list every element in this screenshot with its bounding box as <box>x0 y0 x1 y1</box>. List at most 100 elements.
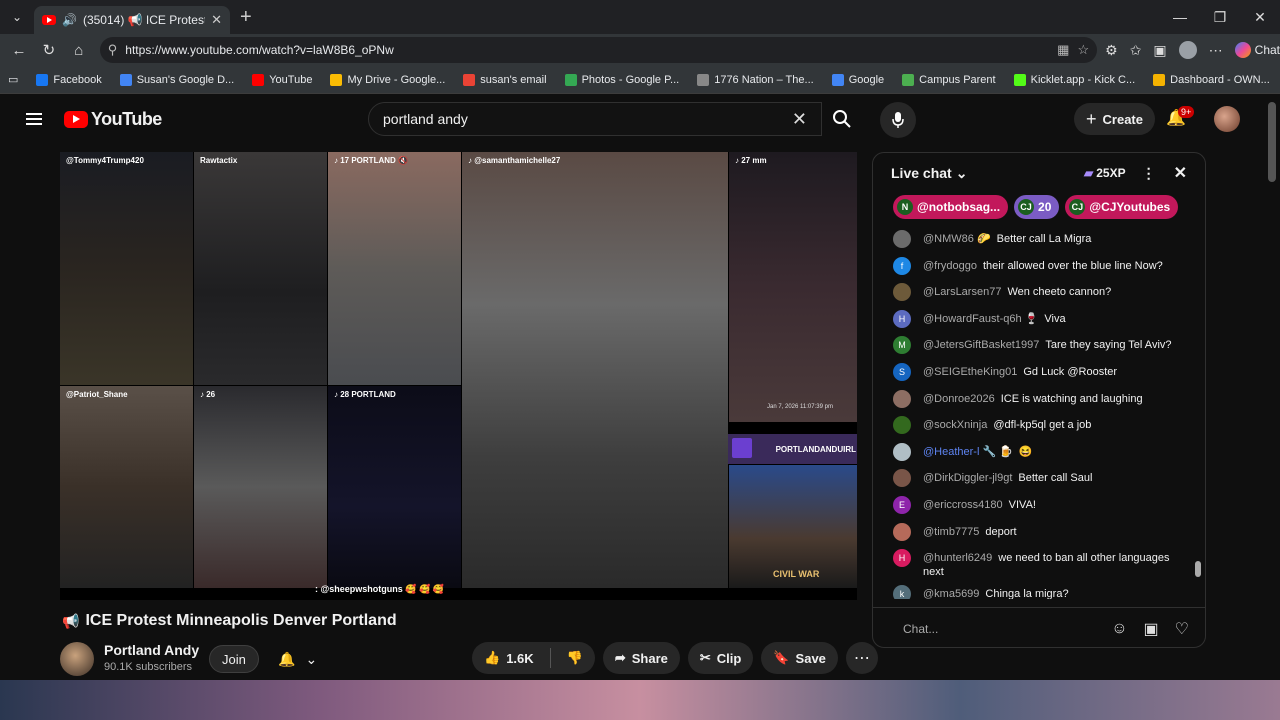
clear-search-icon[interactable]: ✕ <box>792 109 807 130</box>
chat-message[interactable]: @sockXninja @dfl-kp5ql get a job <box>893 413 1193 440</box>
page-scrollbar[interactable] <box>1268 98 1276 668</box>
emoji-icon[interactable]: ☺ <box>1111 620 1127 638</box>
maximize-icon[interactable]: ❐ <box>1200 9 1240 26</box>
chat-author-name[interactable]: @Heather-l 🔧 🍺 <box>923 446 1013 458</box>
channel-avatar[interactable] <box>60 642 94 676</box>
bookmark-item[interactable]: 1776 Nation – The... <box>697 73 814 86</box>
chat-input[interactable]: Chat... <box>903 622 1095 636</box>
share-button[interactable]: ➦ Share <box>602 642 680 674</box>
pinned-chip[interactable]: CJ 20 <box>1014 195 1060 219</box>
clip-button[interactable]: ✂ Clip <box>687 642 754 674</box>
chat-author-avatar[interactable]: H <box>893 309 911 328</box>
new-tab-plus-icon[interactable]: + <box>240 6 252 29</box>
chat-author-name[interactable]: @Donroe2026 <box>923 393 995 405</box>
bookmark-item[interactable]: My Drive - Google... <box>330 73 445 86</box>
chat-author-name[interactable]: @kma5699 <box>923 588 979 599</box>
chat-author-name[interactable]: @LarsLarsen77 <box>923 286 1001 298</box>
chat-message[interactable]: @Heather-l 🔧 🍺 😆 <box>893 440 1193 467</box>
chat-author-avatar[interactable] <box>893 469 911 488</box>
address-bar[interactable]: ⚲ https://www.youtube.com/watch?v=laW8B6… <box>99 37 1098 63</box>
chat-message[interactable]: f @frydoggo their allowed over the blue li… <box>893 254 1193 281</box>
chat-author-name[interactable]: @SEIGEtheKing01 <box>923 366 1017 378</box>
search-button[interactable] <box>822 102 862 136</box>
more-menu-icon[interactable]: ⋯ <box>1209 42 1223 59</box>
home-icon[interactable]: ⌂ <box>64 42 94 59</box>
tab-close-icon[interactable]: ✕ <box>211 12 222 28</box>
bookmark-item[interactable]: Susan's Google D... <box>119 73 234 86</box>
chat-author-name[interactable]: @ericcross4180 <box>923 499 1003 511</box>
chat-author-name[interactable]: @hunterl6249 <box>923 552 992 564</box>
dislike-button[interactable]: 👎 <box>567 650 583 666</box>
reload-icon[interactable]: ↻ <box>34 41 64 59</box>
bookmark-item[interactable]: Campus Parent <box>902 73 996 86</box>
chat-author-avatar[interactable] <box>893 416 911 435</box>
subscription-bell-button[interactable]: 🔔 ⌄ <box>270 645 325 673</box>
bookmark-item[interactable]: YouTube <box>252 73 312 86</box>
url-text[interactable]: https://www.youtube.com/watch?v=laW8B6_o… <box>125 43 1049 57</box>
bookmark-item[interactable]: susan's email <box>463 73 547 86</box>
super-chat-icon[interactable]: ▣ <box>1144 619 1159 639</box>
chat-message[interactable]: @Donroe2026 ICE is watching and laughing <box>893 387 1193 414</box>
voice-search-button[interactable] <box>880 102 916 138</box>
favorites-icon[interactable]: ✩ <box>1130 42 1142 59</box>
chat-author-avatar[interactable] <box>893 283 911 302</box>
chat-message[interactable]: @timb7775 deport <box>893 520 1193 547</box>
live-chat-title[interactable]: Live chat <box>891 165 952 181</box>
chat-author-name[interactable]: @DirkDiggler-jl9gt <box>923 472 1012 484</box>
chat-author-avatar[interactable]: f <box>893 256 911 275</box>
chat-author-avatar[interactable] <box>893 389 911 408</box>
extensions-icon[interactable]: ⚙ <box>1105 42 1118 59</box>
profile-avatar[interactable] <box>1178 41 1197 59</box>
close-chat-icon[interactable]: ✕ <box>1174 163 1187 183</box>
chat-author-avatar[interactable]: H <box>893 549 911 568</box>
xp-badge[interactable]: ▰ 25XP <box>1084 166 1126 180</box>
chat-menu-icon[interactable]: ⋮ <box>1142 165 1156 182</box>
chat-message[interactable]: H @hunterl6249 we need to ban all other la… <box>893 546 1193 582</box>
create-button[interactable]: + Create <box>1074 103 1155 135</box>
youtube-logo[interactable]: YouTube <box>64 109 162 130</box>
back-arrow-icon[interactable]: ← <box>4 42 34 59</box>
chat-author-avatar[interactable]: k <box>893 585 911 599</box>
join-button[interactable]: Join <box>209 645 259 673</box>
chat-author-avatar[interactable] <box>893 522 911 541</box>
bookmark-item[interactable]: Dashboard - OWN... <box>1153 73 1270 86</box>
chat-author-name[interactable]: @NMW86 🌮 <box>923 233 991 245</box>
chat-message[interactable]: H @HowardFaust-q6h 🍷 Viva <box>893 307 1193 334</box>
heart-icon[interactable]: ♡ <box>1175 619 1189 639</box>
chat-message[interactable]: @LarsLarsen77 Wen cheeto cannon? <box>893 280 1193 307</box>
channel-name[interactable]: Portland Andy <box>104 642 199 658</box>
apps-grid-icon[interactable]: ▦ <box>1057 42 1069 58</box>
chat-message[interactable]: k @kma5699 Chinga la migra? <box>893 582 1193 599</box>
favorite-star-icon[interactable]: ☆ <box>1077 42 1089 58</box>
search-input[interactable]: portland andy <box>383 111 792 127</box>
chat-author-avatar[interactable]: E <box>893 495 911 514</box>
page-scroll-thumb[interactable] <box>1268 102 1276 182</box>
bookmarks-sidebar-icon[interactable]: ▭ <box>8 73 18 86</box>
chat-scroll-thumb[interactable] <box>1195 561 1201 577</box>
chevron-down-icon[interactable]: ⌄ <box>956 165 968 182</box>
chat-author-avatar[interactable] <box>893 442 911 461</box>
chat-author-name[interactable]: @sockXninja <box>923 419 987 431</box>
like-button[interactable]: 👍 1.6K <box>484 650 534 666</box>
minimize-icon[interactable]: — <box>1160 9 1200 26</box>
video-player[interactable]: @Tommy4Trump420 Rawtactix ♪ 17 PORTLAND … <box>60 152 857 600</box>
site-info-icon[interactable]: ⚲ <box>108 42 118 58</box>
chat-author-avatar[interactable]: S <box>893 362 911 381</box>
bookmark-item[interactable]: Kicklet.app - Kick C... <box>1013 73 1135 86</box>
search-box[interactable]: portland andy ✕ <box>368 102 822 136</box>
chat-message[interactable]: @NMW86 🌮 Better call La Migra <box>893 227 1193 254</box>
chat-message[interactable]: E @ericcross4180 VIVA! <box>893 493 1193 520</box>
browser-tab-active[interactable]: 🔊 (35014) 📢 ICE Protest Minneap ✕ <box>34 6 230 34</box>
speaker-icon[interactable]: 🔊 <box>62 13 77 27</box>
chat-author-name[interactable]: @timb7775 <box>923 526 979 538</box>
chat-author-name[interactable]: @HowardFaust-q6h 🍷 <box>923 313 1038 325</box>
save-button[interactable]: 🔖 Save <box>761 642 838 674</box>
chat-author-name[interactable]: @frydoggo <box>923 260 977 272</box>
account-avatar[interactable] <box>1214 106 1240 132</box>
window-close-icon[interactable]: ✕ <box>1240 9 1280 26</box>
pinned-chip[interactable]: N @notbobsag... <box>893 195 1009 219</box>
copilot-chat-button[interactable]: Chat <box>1234 42 1280 58</box>
tab-list-chevron-icon[interactable]: ⌄ <box>4 4 30 30</box>
bookmark-item[interactable]: Facebook <box>36 73 102 86</box>
hamburger-menu-icon[interactable] <box>26 113 42 125</box>
